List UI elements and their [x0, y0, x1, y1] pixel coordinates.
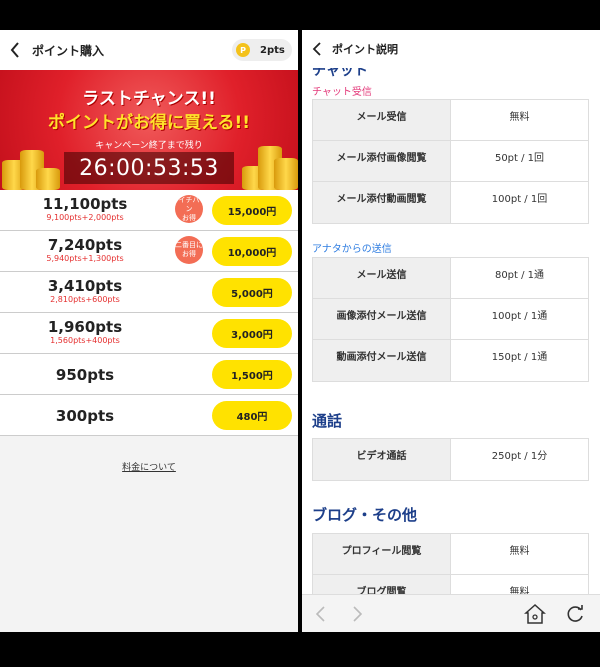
- status-bar: [0, 0, 600, 30]
- browser-toolbar: [302, 594, 600, 632]
- purchase-header: ポイント購入 P 2pts: [0, 30, 298, 70]
- nav-back-icon[interactable]: [314, 605, 330, 623]
- best-deal-badge: イチバン お得: [175, 195, 203, 223]
- package-points: 7,240pts: [47, 236, 123, 254]
- package-points: 950pts: [55, 366, 115, 384]
- package-breakdown: 5,940pts+1,300pts: [46, 254, 124, 263]
- table-row: メール送信 80pt / 1通: [313, 258, 588, 299]
- package-points: 3,410pts: [47, 277, 123, 295]
- section-heading-partial: チャット: [312, 68, 368, 79]
- package-row: 1,960pts 1,560pts+400pts 3,000円: [0, 313, 298, 354]
- section-heading: チャット受信: [312, 87, 372, 98]
- package-points: 300pts: [55, 407, 115, 425]
- table-row: プロフィール閲覧 無料: [313, 534, 588, 575]
- countdown-timer: 26:00:53:53: [64, 152, 234, 184]
- coin-icon: P: [236, 43, 250, 57]
- points-balance: 2pts: [260, 44, 285, 56]
- price-table: メール送信 80pt / 1通 画像添付メール送信 100pt / 1通 動画添…: [312, 257, 589, 382]
- point-purchase-screen: ポイント購入 P 2pts ラストチャンス!! ポイントがお得に買える!! キャ…: [0, 30, 298, 632]
- package-list: 11,100pts 9,100pts+2,000pts イチバン お得 15,00…: [0, 190, 298, 436]
- table-row: メール添付動画閲覧 100pt / 1回: [313, 182, 588, 223]
- back-arrow-icon[interactable]: [10, 42, 24, 58]
- package-row: 3,410pts 2,810pts+600pts 5,000円: [0, 272, 298, 313]
- buy-button[interactable]: 10,000円: [212, 237, 292, 266]
- table-row: 画像添付メール送信 100pt / 1通: [313, 299, 588, 340]
- package-breakdown: 9,100pts+2,000pts: [46, 213, 124, 222]
- buy-button[interactable]: 480円: [212, 401, 292, 430]
- explanation-content[interactable]: チャット チャット受信 メール受信 無料 メール添付画像閲覧 50pt / 1回…: [302, 68, 600, 594]
- table-row: ビデオ通話 250pt / 1分: [313, 439, 588, 480]
- price-table: ビデオ通話 250pt / 1分: [312, 438, 589, 481]
- points-balance-badge: P 2pts: [232, 39, 292, 61]
- section-heading: 通話: [312, 412, 343, 430]
- second-best-badge: 二番目に お得: [175, 236, 203, 264]
- home-icon[interactable]: [524, 603, 546, 625]
- package-row: 300pts 480円: [0, 395, 298, 436]
- screenshot-frame: ポイント購入 P 2pts ラストチャンス!! ポイントがお得に買える!! キャ…: [0, 0, 600, 667]
- refresh-icon[interactable]: [564, 603, 586, 625]
- buy-button[interactable]: 1,500円: [212, 360, 292, 389]
- package-row: 11,100pts 9,100pts+2,000pts イチバン お得 15,00…: [0, 190, 298, 231]
- package-points: 1,960pts: [47, 318, 123, 336]
- package-row: 950pts 1,500円: [0, 354, 298, 395]
- nav-forward-icon[interactable]: [352, 605, 368, 623]
- banner-headline: ラストチャンス!!: [82, 89, 216, 109]
- campaign-remaining-label: キャンペーン終了まで残り: [95, 141, 203, 151]
- table-row: メール添付画像閲覧 50pt / 1回: [313, 141, 588, 182]
- page-title: ポイント購入: [32, 43, 105, 58]
- buy-button[interactable]: 3,000円: [212, 319, 292, 348]
- package-points: 11,100pts: [42, 195, 128, 213]
- table-row: 動画添付メール送信 150pt / 1通: [313, 340, 588, 381]
- buy-button[interactable]: 15,000円: [212, 196, 292, 225]
- section-heading: ブログ・その他: [312, 506, 418, 524]
- package-breakdown: 1,560pts+400pts: [50, 336, 120, 345]
- table-row: ブログ閲覧 無料: [313, 575, 588, 594]
- explanation-header: ポイント説明: [302, 30, 600, 68]
- price-table: メール受信 無料 メール添付画像閲覧 50pt / 1回 メール添付動画閲覧 1…: [312, 99, 589, 224]
- buy-button[interactable]: 5,000円: [212, 278, 292, 307]
- package-breakdown: 2,810pts+600pts: [50, 295, 120, 304]
- section-heading: アナタからの送信: [312, 244, 392, 255]
- price-table: プロフィール閲覧 無料 ブログ閲覧 無料: [312, 533, 589, 594]
- point-explanation-screen: ポイント説明 チャット チャット受信 メール受信 無料 メール添付画像閲覧 50…: [302, 30, 600, 632]
- campaign-banner: ラストチャンス!! ポイントがお得に買える!! キャンペーン終了まで残り 26:…: [0, 70, 298, 190]
- table-row: メール受信 無料: [313, 100, 588, 141]
- page-title: ポイント説明: [332, 43, 398, 56]
- back-arrow-icon[interactable]: [312, 41, 326, 57]
- banner-subheadline: ポイントがお得に買える!!: [48, 113, 250, 133]
- package-row: 7,240pts 5,940pts+1,300pts 二番目に お得 10,000…: [0, 231, 298, 272]
- fee-info-link[interactable]: 料金について: [0, 460, 298, 473]
- navigation-bar: [0, 632, 600, 667]
